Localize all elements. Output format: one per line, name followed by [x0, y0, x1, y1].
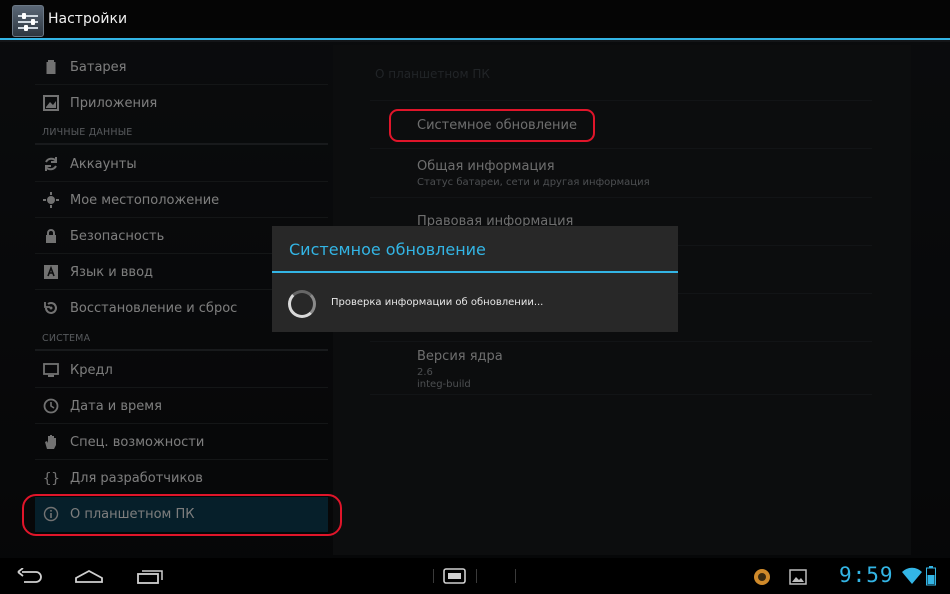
nav-separator	[433, 569, 434, 583]
dialog-title: Системное обновление	[289, 240, 486, 259]
dialog-title-divider	[272, 271, 678, 273]
back-icon[interactable]	[16, 567, 44, 588]
settings-sliders-icon[interactable]	[12, 5, 44, 37]
recent-apps-icon[interactable]	[136, 568, 164, 588]
gallery-notification-icon[interactable]	[789, 569, 807, 589]
screen: Настройки Батарея Приложения ЛИЧНЫЕ ДАНН…	[0, 0, 950, 594]
highlight-mark-system-update	[389, 109, 595, 142]
screenshot-icon[interactable]	[443, 568, 467, 588]
battery-status-icon	[926, 566, 936, 590]
action-bar: Настройки	[0, 0, 950, 40]
home-icon[interactable]	[74, 568, 104, 588]
nav-separator	[515, 569, 516, 583]
update-check-dialog: Системное обновление Проверка информации…	[272, 226, 678, 332]
highlight-mark-about-tablet	[22, 494, 342, 536]
wifi-icon	[902, 567, 922, 589]
system-nav-bar: 9:59	[0, 558, 950, 594]
app-title: Настройки	[48, 11, 128, 27]
loading-spinner-icon	[288, 290, 316, 318]
app-notification-icon[interactable]	[753, 568, 771, 590]
dialog-message: Проверка информации об обновлении...	[331, 297, 544, 308]
nav-separator	[476, 569, 477, 583]
status-clock[interactable]: 9:59	[839, 563, 894, 587]
